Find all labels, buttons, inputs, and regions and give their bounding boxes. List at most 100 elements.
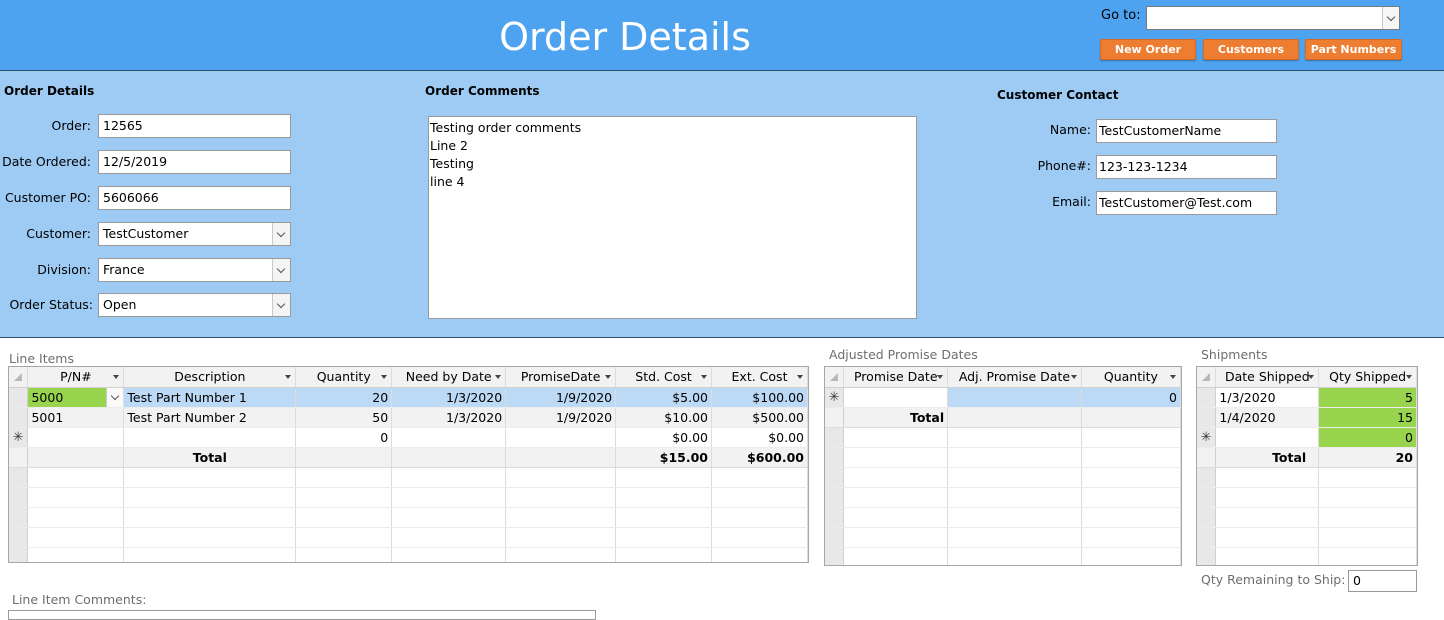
chevron-down-icon bbox=[1386, 12, 1396, 22]
new-record-row[interactable]: ✳ 0 $0.00 $0.00 bbox=[9, 427, 808, 448]
sort-dropdown-icon[interactable] bbox=[1308, 375, 1315, 379]
need-by-date-cell[interactable] bbox=[391, 427, 507, 448]
contact-email-field[interactable]: TestCustomer@Test.com bbox=[1096, 191, 1277, 215]
sort-dropdown-icon[interactable] bbox=[1070, 375, 1077, 379]
goto-label: Go to: bbox=[1101, 8, 1141, 23]
customer-dropdown-button[interactable] bbox=[272, 223, 290, 245]
order-number-field[interactable]: 12565 bbox=[98, 114, 291, 138]
column-header-quantity[interactable]: Quantity bbox=[295, 367, 393, 388]
quantity-cell[interactable]: 0 bbox=[295, 427, 393, 448]
column-header-ext-cost[interactable]: Ext. Cost bbox=[711, 367, 808, 388]
pn-cell[interactable]: 5001 bbox=[27, 407, 125, 428]
total-ext-cost: $600.00 bbox=[711, 447, 808, 468]
sort-dropdown-icon[interactable] bbox=[701, 375, 708, 379]
promise-date-cell[interactable] bbox=[843, 387, 949, 408]
line-item-comments-label: Line Item Comments: bbox=[12, 592, 147, 607]
order-status-combobox[interactable]: Open bbox=[98, 293, 291, 317]
select-all-corner[interactable] bbox=[1197, 367, 1217, 388]
promise-date-cell[interactable]: 1/9/2020 bbox=[505, 407, 617, 428]
sort-dropdown-icon[interactable] bbox=[113, 375, 120, 379]
column-header-promise-date[interactable]: PromiseDate bbox=[505, 367, 617, 388]
table-row[interactable]: 1/3/2020 5 bbox=[1197, 387, 1417, 408]
column-header-date-shipped[interactable]: Date Shipped bbox=[1215, 367, 1320, 388]
pn-dropdown-button[interactable] bbox=[106, 387, 123, 406]
new-record-row[interactable]: ✳ 0 bbox=[825, 387, 1181, 408]
customer-po-field[interactable]: 5606066 bbox=[98, 186, 291, 210]
sort-dropdown-icon[interactable] bbox=[285, 375, 292, 379]
new-order-button[interactable]: New Order bbox=[1100, 39, 1196, 60]
contact-phone-field[interactable]: 123-123-1234 bbox=[1096, 155, 1277, 179]
quantity-cell[interactable]: 0 bbox=[1081, 387, 1181, 408]
goto-combobox[interactable] bbox=[1146, 6, 1400, 30]
promise-date-cell[interactable]: 1/9/2020 bbox=[505, 387, 617, 408]
description-cell[interactable]: Test Part Number 2 bbox=[123, 407, 297, 428]
division-dropdown-button[interactable] bbox=[272, 259, 290, 281]
column-header-promise-date[interactable]: Promise Date bbox=[843, 367, 949, 388]
sort-dropdown-icon[interactable] bbox=[381, 375, 388, 379]
date-shipped-cell[interactable]: 1/3/2020 bbox=[1215, 387, 1320, 408]
column-header-qty-shipped[interactable]: Qty Shipped bbox=[1318, 367, 1417, 388]
column-header-adj-promise-date[interactable]: Adj. Promise Date bbox=[947, 367, 1082, 388]
std-cost-cell: $5.00 bbox=[615, 387, 713, 408]
total-label: Total bbox=[123, 447, 297, 468]
division-label: Division: bbox=[37, 262, 91, 277]
description-cell[interactable] bbox=[123, 427, 297, 448]
customer-po-label: Customer PO: bbox=[4, 190, 91, 205]
date-ordered-label: Date Ordered: bbox=[2, 154, 91, 169]
pn-combobox[interactable]: 5000 bbox=[27, 387, 125, 408]
shipments-grid[interactable]: Date Shipped Qty Shipped 1/3/2020 5 1/4/… bbox=[1196, 366, 1418, 566]
goto-dropdown-button[interactable] bbox=[1382, 7, 1399, 29]
sort-dropdown-icon[interactable] bbox=[495, 375, 502, 379]
table-row[interactable]: 5000 Test Part Number 1 20 1/3/2020 1/9/… bbox=[9, 387, 808, 408]
date-shipped-cell[interactable] bbox=[1215, 427, 1320, 448]
qty-shipped-cell[interactable]: 0 bbox=[1318, 427, 1417, 448]
row-selector[interactable] bbox=[9, 387, 29, 408]
sort-dropdown-icon[interactable] bbox=[797, 375, 803, 379]
row-selector[interactable] bbox=[1197, 387, 1217, 408]
need-by-date-cell[interactable]: 1/3/2020 bbox=[391, 387, 507, 408]
sort-dropdown-icon[interactable] bbox=[1406, 375, 1412, 379]
sort-dropdown-icon[interactable] bbox=[605, 375, 612, 379]
contact-name-field[interactable]: TestCustomerName bbox=[1096, 119, 1277, 143]
goto-input[interactable] bbox=[1147, 7, 1381, 29]
order-status-dropdown-button[interactable] bbox=[272, 294, 290, 316]
total-label: Total bbox=[1215, 447, 1320, 468]
customers-button[interactable]: Customers bbox=[1203, 39, 1299, 60]
new-record-row[interactable]: ✳ 0 bbox=[1197, 427, 1417, 448]
chevron-down-icon bbox=[276, 299, 286, 309]
column-header-quantity[interactable]: Quantity bbox=[1081, 367, 1181, 388]
row-selector[interactable] bbox=[1197, 407, 1217, 428]
sort-dropdown-icon[interactable] bbox=[937, 375, 944, 379]
table-row[interactable]: 1/4/2020 15 bbox=[1197, 407, 1417, 428]
line-item-comments-textarea[interactable] bbox=[8, 610, 596, 620]
part-numbers-button[interactable]: Part Numbers bbox=[1305, 39, 1402, 60]
pn-cell[interactable] bbox=[27, 427, 125, 448]
adjusted-promise-grid[interactable]: Promise Date Adj. Promise Date Quantity … bbox=[824, 366, 1182, 566]
row-selector[interactable] bbox=[9, 407, 29, 428]
quantity-cell[interactable]: 50 bbox=[295, 407, 393, 428]
line-items-grid[interactable]: P/N# Description Quantity Need by Date P… bbox=[8, 366, 809, 563]
description-cell[interactable]: Test Part Number 1 bbox=[123, 387, 297, 408]
std-cost-cell: $10.00 bbox=[615, 407, 713, 428]
date-ordered-field[interactable]: 12/5/2019 bbox=[98, 150, 291, 174]
date-shipped-cell[interactable]: 1/4/2020 bbox=[1215, 407, 1320, 428]
column-header-std-cost[interactable]: Std. Cost bbox=[615, 367, 713, 388]
adj-promise-date-cell[interactable] bbox=[947, 387, 1082, 408]
column-header-need-by-date[interactable]: Need by Date bbox=[391, 367, 507, 388]
qty-shipped-cell[interactable]: 5 bbox=[1318, 387, 1417, 408]
sort-dropdown-icon[interactable] bbox=[1170, 375, 1176, 379]
qty-shipped-cell[interactable]: 15 bbox=[1318, 407, 1417, 428]
qty-remaining-field[interactable]: 0 bbox=[1348, 570, 1417, 592]
column-header-description[interactable]: Description bbox=[123, 367, 297, 388]
division-combobox[interactable]: France bbox=[98, 258, 291, 282]
promise-date-cell[interactable] bbox=[505, 427, 617, 448]
select-all-corner[interactable] bbox=[9, 367, 29, 388]
select-all-corner[interactable] bbox=[825, 367, 845, 388]
customer-combobox[interactable]: TestCustomer bbox=[98, 222, 291, 246]
table-row[interactable]: 5001 Test Part Number 2 50 1/3/2020 1/9/… bbox=[9, 407, 808, 428]
column-header-pn[interactable]: P/N# bbox=[27, 367, 125, 388]
need-by-date-cell[interactable]: 1/3/2020 bbox=[391, 407, 507, 428]
quantity-cell[interactable]: 20 bbox=[295, 387, 393, 408]
order-comments-textarea[interactable]: Testing order comments Line 2 Testing li… bbox=[428, 116, 917, 319]
comment-line: Line 2 bbox=[430, 138, 468, 153]
